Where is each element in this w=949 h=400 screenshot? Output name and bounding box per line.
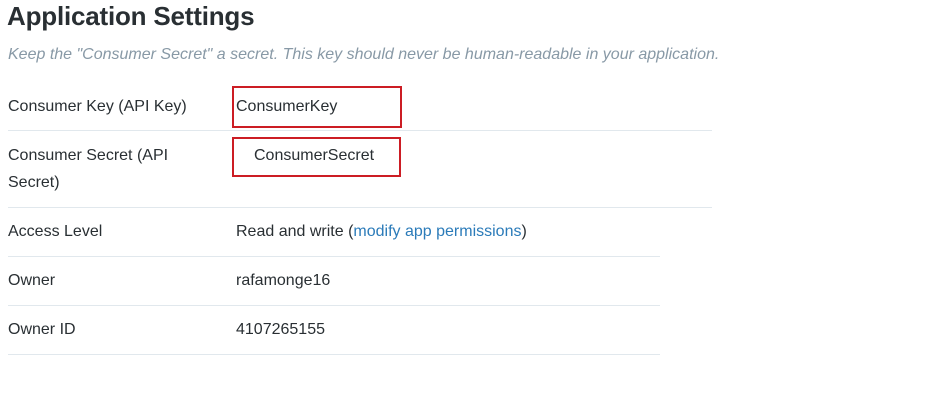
owner-id-label: Owner ID (8, 321, 76, 338)
access-level-paren-open: ( (343, 223, 354, 240)
owner-id-value: 4107265155 (236, 321, 325, 338)
consumer-key-value: ConsumerKey (236, 98, 338, 115)
consumer-secret-value: ConsumerSecret (254, 147, 375, 164)
owner-label: Owner (8, 272, 56, 289)
modify-app-permissions-link[interactable]: modify app permissions (353, 223, 521, 240)
consumer-secret-label: Consumer Secret (API Secret) (8, 142, 168, 196)
page-title: Application Settings (7, 1, 255, 31)
access-level-row: Access Level Read and write (modify app … (8, 208, 660, 257)
page-subtitle: Keep the "Consumer Secret" a secret. Thi… (8, 46, 720, 63)
access-level-value-group: Read and write (modify app permissions) (236, 218, 527, 245)
application-settings-page: Application Settings Keep the "Consumer … (0, 0, 949, 400)
owner-value: rafamonge16 (236, 272, 331, 289)
consumer-secret-label-line2: Secret) (8, 174, 60, 191)
owner-row: Owner rafamonge16 (8, 257, 660, 306)
consumer-key-label: Consumer Key (API Key) (8, 98, 187, 115)
access-level-value: Read and write (236, 223, 344, 240)
access-level-label: Access Level (8, 223, 103, 240)
consumer-secret-label-line1: Consumer Secret (API (8, 147, 169, 164)
consumer-secret-row: Consumer Secret (API Secret) ConsumerSec… (8, 130, 712, 208)
access-level-paren-close: ) (521, 223, 527, 240)
owner-id-row: Owner ID 4107265155 (8, 306, 660, 355)
consumer-key-row: Consumer Key (API Key) ConsumerKey (8, 86, 712, 131)
